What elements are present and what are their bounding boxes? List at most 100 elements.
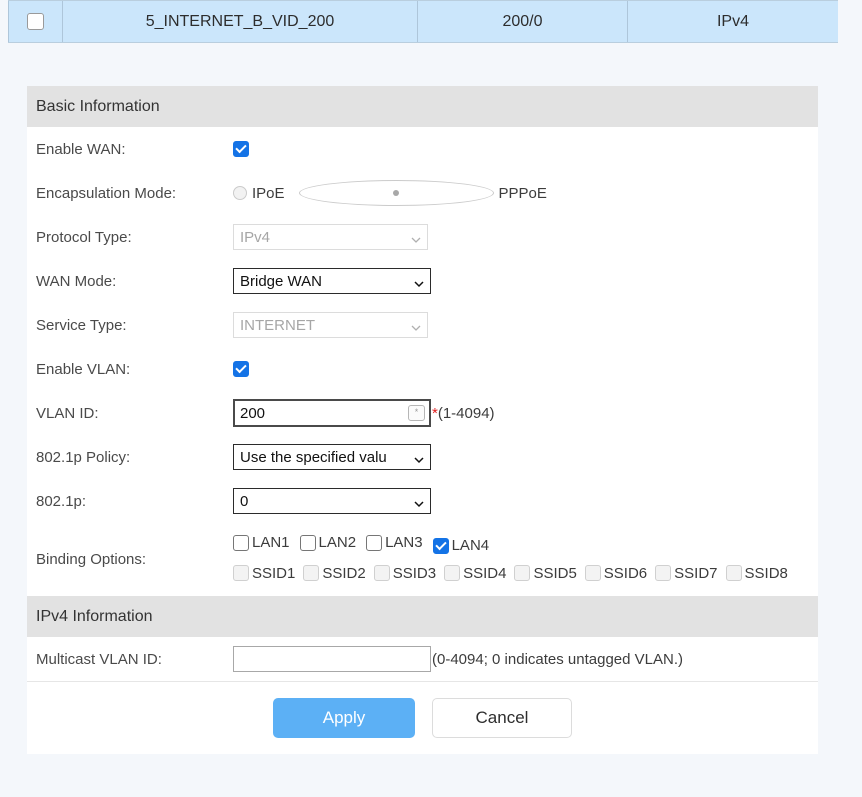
- connection-vlan-priority-cell[interactable]: 200/0: [418, 1, 628, 42]
- dot1p-policy-select[interactable]: Use the specified valu: [233, 444, 431, 470]
- dot1p-policy-label: 802.1p Policy:: [36, 448, 131, 466]
- binding-option-ssid6-checkbox: [584, 565, 601, 581]
- radio-option-pppoe[interactable]: PPPoE: [298, 180, 547, 206]
- field-enable-vlan: Enable VLAN:: [27, 347, 818, 391]
- binding-option-ssid4-checkbox: [444, 565, 461, 581]
- radio-pppoe-icon[interactable]: [298, 180, 494, 206]
- enable-wan-label: Enable WAN:: [36, 140, 126, 158]
- form-button-bar: Apply Cancel: [27, 681, 818, 754]
- selected-connection-row[interactable]: 5_INTERNET_B_VID_200 200/0 IPv4: [8, 0, 838, 43]
- binding-option-lan2-label: LAN2: [318, 534, 357, 551]
- binding-option-lan3-label: LAN3: [385, 534, 423, 551]
- vlan-id-value: 200: [240, 404, 266, 422]
- binding-option-ssid3-label: SSID3: [392, 564, 437, 582]
- service-type-value: INTERNET: [240, 316, 315, 334]
- basic-information-body: Enable WAN: Encapsulation Mode: IPoE PPP…: [27, 127, 818, 596]
- field-dot1p-policy: 802.1p Policy: Use the specified valu: [27, 435, 818, 479]
- binding-option-ssid8-checkbox: [725, 565, 742, 581]
- dot1p-label: 802.1p:: [36, 492, 87, 510]
- binding-options-label: Binding Options:: [36, 551, 147, 568]
- connection-row-checkbox-cell[interactable]: [8, 1, 63, 42]
- binding-option-ssid2: SSID2: [303, 560, 366, 587]
- field-multicast-vlan-id: Multicast VLAN ID: (0-4094; 0 indicates …: [27, 637, 818, 681]
- field-protocol-type: Protocol Type: IPv4: [27, 215, 818, 259]
- radio-pppoe-label: PPPoE: [498, 184, 547, 202]
- multicast-vlan-id-label: Multicast VLAN ID:: [36, 650, 162, 668]
- field-enable-wan: Enable WAN:: [27, 127, 818, 171]
- binding-options-list: LAN1 LAN2 LAN3 LAN4 SSID1 SSID2 SSID3 SSID4 SSID…: [233, 523, 796, 596]
- ipv4-information-header: IPv4 Information: [27, 596, 818, 637]
- binding-option-lan3-checkbox[interactable]: [366, 534, 383, 551]
- binding-option-lan1[interactable]: LAN1: [233, 529, 290, 556]
- connection-row-checkbox[interactable]: [27, 13, 44, 30]
- service-type-select: INTERNET: [233, 312, 428, 338]
- binding-option-ssid1-label: SSID1: [252, 564, 296, 582]
- chevron-down-icon: [411, 320, 421, 331]
- binding-option-lan4[interactable]: LAN4: [432, 532, 490, 559]
- connection-protocol-cell[interactable]: IPv4: [628, 1, 838, 42]
- encapsulation-mode-label: Encapsulation Mode:: [36, 184, 177, 202]
- wan-mode-select[interactable]: Bridge WAN: [233, 268, 431, 294]
- binding-option-lan1-checkbox[interactable]: [233, 534, 249, 551]
- protocol-type-value: IPv4: [240, 228, 271, 246]
- field-binding-options: Binding Options: LAN1 LAN2 LAN3 LAN4 SSID1 SS…: [27, 523, 818, 596]
- binding-option-ssid6: SSID6: [584, 560, 648, 587]
- service-type-label: Service Type:: [36, 316, 127, 334]
- binding-option-lan2-checkbox[interactable]: [299, 534, 316, 551]
- binding-option-ssid2-checkbox: [303, 565, 320, 581]
- binding-option-ssid3: SSID3: [373, 560, 437, 587]
- apply-button[interactable]: Apply: [273, 698, 415, 738]
- binding-option-ssid2-label: SSID2: [322, 564, 366, 582]
- connection-name-cell[interactable]: 5_INTERNET_B_VID_200: [63, 1, 418, 42]
- chevron-down-icon: [411, 232, 421, 243]
- protocol-type-select: IPv4: [233, 224, 428, 250]
- binding-option-ssid1: SSID1: [233, 560, 295, 587]
- binding-option-ssid7-checkbox: [655, 565, 672, 581]
- binding-option-lan2[interactable]: LAN2: [299, 529, 357, 556]
- radio-option-ipoe[interactable]: IPoE: [233, 185, 285, 202]
- chevron-down-icon[interactable]: [414, 452, 424, 464]
- vlan-id-label: VLAN ID:: [36, 404, 99, 422]
- binding-option-ssid8: SSID8: [725, 560, 788, 587]
- multicast-vlan-id-hint: (0-4094; 0 indicates untagged VLAN.): [432, 650, 683, 668]
- binding-option-ssid3-checkbox: [373, 565, 390, 581]
- binding-option-ssid7-label: SSID7: [674, 564, 718, 582]
- wan-mode-label: WAN Mode:: [36, 272, 117, 290]
- binding-option-lan1-label: LAN1: [252, 534, 290, 551]
- dot1p-policy-value: Use the specified valu: [240, 448, 387, 466]
- field-vlan-id: VLAN ID: 200 * *(1-4094): [27, 391, 818, 435]
- radio-ipoe-icon[interactable]: [233, 186, 247, 200]
- vlan-id-input[interactable]: 200 *: [233, 399, 431, 427]
- radio-ipoe-label: IPoE: [252, 184, 285, 202]
- dot1p-select[interactable]: 0: [233, 488, 431, 514]
- binding-option-ssid6-label: SSID6: [603, 564, 648, 582]
- field-encapsulation-mode: Encapsulation Mode: IPoE PPPoE: [27, 171, 818, 215]
- binding-option-ssid5-label: SSID5: [533, 564, 577, 582]
- binding-option-ssid1-checkbox: [233, 565, 249, 581]
- binding-option-lan4-label: LAN4: [451, 537, 490, 554]
- binding-option-ssid5-checkbox: [514, 565, 531, 581]
- binding-option-ssid4: SSID4: [444, 560, 506, 587]
- wan-config-card: Basic Information Enable WAN: Encapsulat…: [27, 86, 818, 754]
- binding-option-ssid8-label: SSID8: [744, 564, 788, 582]
- vlan-id-hint: *(1-4094): [432, 405, 495, 422]
- enable-vlan-checkbox[interactable]: [233, 361, 249, 377]
- binding-option-lan3[interactable]: LAN3: [366, 529, 423, 556]
- binding-option-ssid4-label: SSID4: [463, 564, 507, 582]
- dot1p-value: 0: [240, 492, 249, 510]
- binding-option-lan4-checkbox[interactable]: [432, 537, 449, 554]
- binding-option-ssid7: SSID7: [655, 560, 718, 587]
- enable-vlan-label: Enable VLAN:: [36, 360, 131, 378]
- multicast-vlan-id-input[interactable]: [233, 646, 431, 672]
- binding-option-ssid5: SSID5: [514, 560, 577, 587]
- field-dot1p: 802.1p: 0: [27, 479, 818, 523]
- ipv4-information-body: Multicast VLAN ID: (0-4094; 0 indicates …: [27, 637, 818, 681]
- input-method-icon[interactable]: *: [408, 405, 425, 421]
- chevron-down-icon[interactable]: [414, 496, 424, 508]
- chevron-down-icon[interactable]: [414, 276, 424, 288]
- wan-mode-value: Bridge WAN: [240, 272, 322, 290]
- encapsulation-mode-radio-group[interactable]: IPoE PPPoE: [233, 180, 561, 206]
- protocol-type-label: Protocol Type:: [36, 228, 132, 246]
- cancel-button[interactable]: Cancel: [432, 698, 572, 738]
- enable-wan-checkbox[interactable]: [233, 141, 249, 157]
